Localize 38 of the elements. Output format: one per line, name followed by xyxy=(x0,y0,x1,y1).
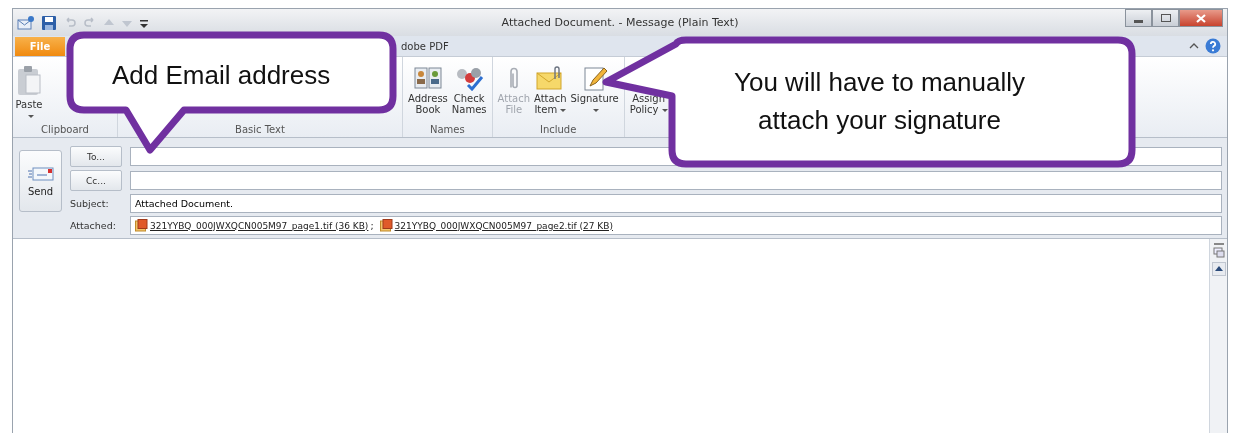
attached-label: Attached: xyxy=(70,220,117,231)
separator: ; xyxy=(370,220,374,231)
maximize-button[interactable] xyxy=(1152,9,1179,27)
ribbon-button[interactable]: Attach Item xyxy=(532,65,569,115)
to-button[interactable]: To... xyxy=(70,146,122,167)
group-label: Basic Text xyxy=(234,124,286,137)
ribbon-button[interactable]: Address Book xyxy=(406,65,450,115)
help-icon[interactable] xyxy=(1205,38,1221,54)
close-icon xyxy=(1196,13,1206,23)
group-label: Include xyxy=(538,124,578,137)
minimize-button[interactable] xyxy=(1125,9,1152,27)
callout-text: You will have to manually attach your signature xyxy=(734,66,1025,137)
paste-button[interactable]: Paste xyxy=(13,65,45,121)
cc-field[interactable] xyxy=(130,171,1222,190)
envelope-icon[interactable] xyxy=(17,14,35,31)
save-icon[interactable] xyxy=(41,14,57,31)
group-label: Names xyxy=(428,124,466,137)
people-check-icon xyxy=(454,65,485,91)
attachment-link[interactable]: 321YYBQ_000JWXQCN005M97_page1.tif (36 KB) xyxy=(150,220,369,231)
paperclip-icon xyxy=(508,67,519,89)
address-book-icon xyxy=(412,65,443,91)
ribbon-button[interactable]: Check Names xyxy=(449,65,489,115)
cc-button[interactable]: Cc... xyxy=(70,170,122,191)
collapse-ribbon-icon[interactable] xyxy=(1189,42,1199,50)
send-button[interactable]: Send xyxy=(19,150,62,212)
subject-label: Subject: xyxy=(70,198,110,209)
subject-field[interactable]: Attached Document. xyxy=(130,194,1222,213)
scrollbar[interactable] xyxy=(1209,239,1227,433)
close-button[interactable] xyxy=(1179,9,1223,27)
envelope-icon xyxy=(26,165,55,182)
window-title: Attached Document. - Message (Plain Text) xyxy=(501,16,739,29)
image-file-icon xyxy=(135,219,148,232)
scroll-up-button[interactable] xyxy=(1211,262,1226,276)
callout-text: Add Email address xyxy=(112,59,331,92)
ribbon-tab[interactable]: dobe PDF xyxy=(401,37,449,56)
group-label: Clipboard xyxy=(40,124,90,137)
image-file-icon xyxy=(379,219,393,232)
attachment-link[interactable]: 321YYBQ_000JWXQCN005M97_page2.tif (27 KB) xyxy=(394,220,613,231)
